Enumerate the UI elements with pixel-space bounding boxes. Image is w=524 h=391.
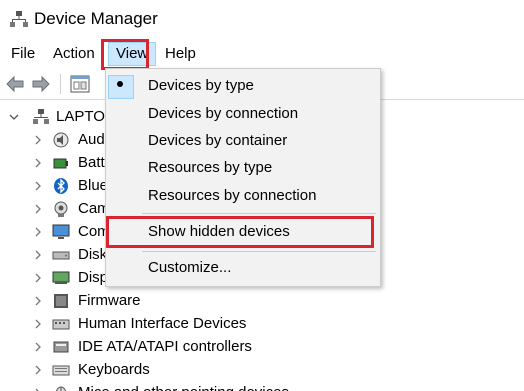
mouse-icon: [55, 386, 67, 391]
menu-item-customize[interactable]: Customize...: [106, 254, 380, 282]
menu-item-label: Resources by connection: [148, 187, 317, 204]
title-bar: Device Manager: [0, 0, 524, 38]
chevron-right-icon[interactable]: [33, 250, 43, 260]
chevron-right-icon[interactable]: [33, 273, 43, 283]
tree-item-label: Disp: [78, 269, 109, 286]
chevron-right-icon[interactable]: [33, 204, 43, 214]
tree-item-label: Mice and other pointing devices: [78, 382, 289, 391]
bluetooth-icon: [54, 178, 68, 194]
speaker-icon: [53, 132, 69, 148]
menu-item-label: Devices by container: [148, 132, 288, 149]
chevron-right-icon[interactable]: [33, 296, 43, 306]
tree-item[interactable]: Keyboards: [0, 359, 524, 381]
window-title: Device Manager: [34, 9, 158, 28]
hid-icon: [52, 319, 70, 330]
chevron-down-icon[interactable]: [9, 112, 19, 122]
chevron-right-icon[interactable]: [33, 158, 43, 168]
forward-arrow-icon[interactable]: [30, 73, 52, 95]
disk-drive-icon: [52, 251, 70, 260]
camera-icon: [54, 201, 68, 217]
toolbar-separator: [60, 74, 61, 94]
tree-item-label: Firmware: [78, 292, 141, 309]
chevron-right-icon[interactable]: [33, 365, 43, 375]
chevron-right-icon[interactable]: [33, 135, 43, 145]
menu-item-resources-by-connection[interactable]: Resources by connection: [106, 182, 380, 210]
monitor-icon: [52, 224, 70, 239]
device-manager-icon: [10, 11, 28, 27]
menu-item-label: Devices by type: [148, 77, 254, 94]
tree-item-label: Batt: [78, 154, 105, 171]
tree-item[interactable]: Firmware: [0, 290, 524, 312]
menu-item-label: Customize...: [148, 259, 232, 276]
tree-item[interactable]: Human Interface Devices: [0, 313, 524, 335]
menu-item-label: Devices by connection: [148, 105, 299, 122]
show-hidden-devices-highlight-box: [106, 216, 374, 248]
menu-bar: File Action View Help: [0, 40, 524, 68]
tree-item-label: Disk: [78, 246, 108, 263]
chevron-right-icon[interactable]: [33, 319, 43, 329]
menu-item-label: Resources by type: [148, 159, 273, 176]
keyboard-icon: [52, 365, 70, 376]
menu-separator: [142, 251, 376, 252]
menu-item-devices-by-connection[interactable]: Devices by connection: [106, 100, 380, 128]
chevron-right-icon[interactable]: [33, 342, 43, 352]
menu-action[interactable]: Action: [49, 43, 99, 65]
tree-item[interactable]: Mice and other pointing devices: [0, 382, 524, 391]
chevron-right-icon[interactable]: [33, 227, 43, 237]
battery-icon: [53, 158, 68, 169]
tree-item-label: Aud: [78, 131, 105, 148]
menu-item-devices-by-type[interactable]: Devices by type: [106, 72, 380, 100]
menu-separator: [142, 213, 376, 214]
computer-icon: [33, 109, 49, 124]
ide-controller-icon: [53, 341, 69, 353]
back-arrow-icon[interactable]: [4, 73, 26, 95]
radio-bullet-icon: [117, 81, 123, 87]
tree-item-label: Human Interface Devices: [78, 315, 247, 332]
firmware-icon: [54, 294, 68, 308]
chevron-right-icon[interactable]: [33, 181, 43, 191]
display-adapter-icon: [52, 271, 70, 284]
menu-help[interactable]: Help: [161, 43, 200, 65]
menu-item-resources-by-type[interactable]: Resources by type: [106, 154, 380, 182]
properties-icon[interactable]: [69, 73, 91, 95]
tree-item-label: IDE ATA/ATAPI controllers: [78, 338, 252, 355]
menu-item-devices-by-container[interactable]: Devices by container: [106, 127, 380, 155]
checkmark-highlight: [108, 75, 134, 99]
menu-file[interactable]: File: [7, 43, 39, 65]
tree-item-label: Keyboards: [78, 361, 150, 378]
tree-item-label: Blue: [78, 177, 109, 194]
tree-item[interactable]: IDE ATA/ATAPI controllers: [0, 336, 524, 358]
view-dropdown-menu: Devices by type Devices by connection De…: [105, 68, 381, 287]
view-menu-highlight-box: [101, 39, 149, 70]
